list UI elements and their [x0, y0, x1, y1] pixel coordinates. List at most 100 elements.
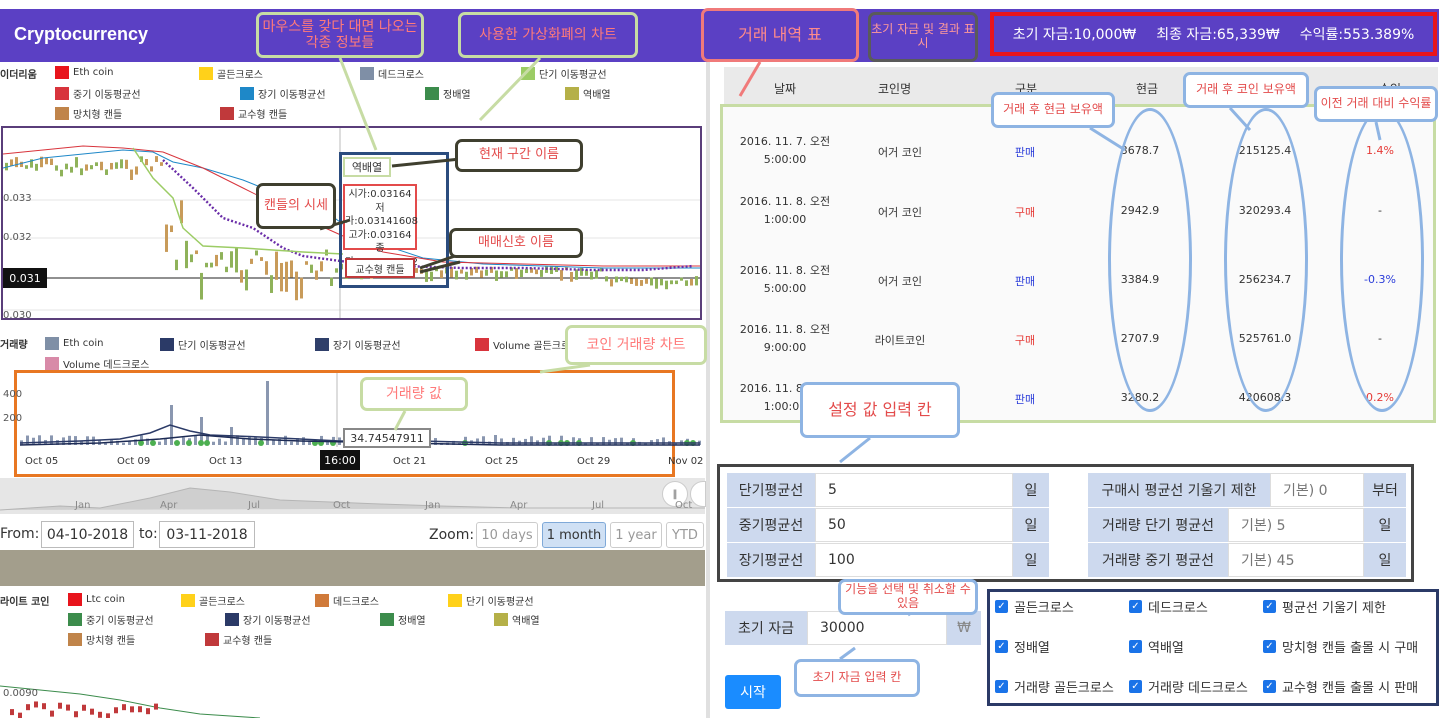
ltc-price-chart[interactable] [0, 660, 705, 718]
long-ma-input[interactable]: 100 [815, 543, 1013, 577]
legend-item[interactable]: 교수형 캔들 [205, 632, 272, 647]
mid-ma-row: 중기평균선 50 일 [727, 508, 1049, 542]
legend-item[interactable]: Ltc coin [68, 593, 125, 606]
checkbox-checked-icon[interactable]: ✓ [1263, 680, 1276, 693]
legend-item[interactable]: 망치형 캔들 [55, 106, 122, 121]
checkbox-checked-icon[interactable]: ✓ [995, 600, 1008, 613]
legend-item[interactable]: 역배열 [494, 612, 540, 627]
legend-item[interactable]: 장기 이동평균선 [225, 612, 311, 627]
legend-item[interactable]: 역배열 [565, 86, 611, 101]
vol-mid-row: 거래량 중기 평균선 기본) 45 일 [1088, 543, 1406, 577]
checkbox-checked-icon[interactable]: ✓ [1129, 600, 1142, 613]
legend-item[interactable]: 중기 이동평균선 [68, 612, 154, 627]
checkbox-checked-icon[interactable]: ✓ [995, 680, 1008, 693]
to-date-input[interactable]: 03-11-2018 [159, 521, 255, 548]
legend-label: 정배열 [398, 616, 426, 627]
candle [225, 266, 228, 273]
candle [170, 225, 173, 233]
legend-item[interactable]: 중기 이동평균선 [55, 86, 141, 101]
legend-item[interactable]: Eth coin [55, 66, 114, 79]
legend-item[interactable]: 단기 이동평균선 [448, 593, 534, 608]
checkbox-checked-icon[interactable]: ✓ [1263, 600, 1276, 613]
callout-settings-input: 설정 값 입력 칸 [800, 382, 960, 438]
from-date-input[interactable]: 04-10-2018 [41, 521, 134, 548]
candle [275, 251, 278, 280]
zoom-1-month[interactable]: 1 month [542, 522, 606, 548]
candle [270, 275, 273, 293]
feature-label: 정배열 [1014, 641, 1050, 656]
feature-label: 데드크로스 [1148, 601, 1208, 616]
legend-label: 데드크로스 [333, 597, 379, 608]
feature-checkbox[interactable]: ✓ 데드크로스 [1129, 597, 1208, 616]
feature-checkbox[interactable]: ✓ 정배열 [995, 637, 1050, 656]
candle [265, 261, 268, 275]
legend-item[interactable]: 데드크로스 [315, 593, 379, 608]
legend-item[interactable]: 망치형 캔들 [68, 632, 135, 647]
legend-swatch [494, 613, 508, 626]
legend-item[interactable]: Eth coin [45, 337, 104, 350]
feature-checkbox[interactable]: ✓ 거래량 골든크로스 [995, 677, 1114, 696]
legend-item[interactable]: 교수형 캔들 [220, 106, 287, 121]
candle [80, 168, 83, 176]
zoom-1-year[interactable]: 1 year [610, 522, 662, 548]
legend-label: 역배열 [583, 90, 611, 101]
mid-ma-input[interactable]: 50 [815, 508, 1013, 542]
legend-swatch [475, 338, 489, 351]
feature-checkbox[interactable]: ✓ 평균선 기울기 제한 [1263, 597, 1386, 616]
candle [122, 704, 126, 711]
trade-time-line: 9:00:00 [763, 340, 807, 354]
legend-item[interactable]: 장기 이동평균선 [315, 337, 401, 352]
candle [18, 712, 22, 718]
feature-checkbox[interactable]: ✓ 골든크로스 [995, 597, 1074, 616]
legend-item[interactable]: 골든크로스 [181, 593, 245, 608]
initial-funds-input[interactable]: 30000 [807, 611, 947, 645]
candle [685, 280, 688, 286]
candle [540, 269, 543, 277]
legend-swatch [68, 613, 82, 626]
navigator-month: Oct [675, 500, 693, 511]
legend-label: 장기 이동평균선 [258, 90, 326, 101]
feature-checkbox[interactable]: ✓ 역배열 [1129, 637, 1184, 656]
volume-signal-dot [258, 440, 264, 446]
legend-item[interactable]: 데드크로스 [360, 66, 424, 81]
zoom-ytd[interactable]: YTD [666, 522, 704, 548]
volume-x-tick: Oct 25 [485, 456, 519, 467]
volume-bar [158, 441, 161, 445]
trade-date: 2016. 11. 8. 오전 1:00:00 [730, 193, 840, 228]
legend-swatch [199, 67, 213, 80]
vol-short-input[interactable]: 기본) 5 [1228, 508, 1364, 542]
checkbox-checked-icon[interactable]: ✓ [1263, 640, 1276, 653]
legend-label: 교수형 캔들 [238, 110, 288, 121]
legend-label: Eth coin [73, 67, 114, 78]
volume-bar [500, 438, 503, 445]
candle [65, 163, 68, 170]
checkbox-checked-icon[interactable]: ✓ [1129, 640, 1142, 653]
vol-mid-input[interactable]: 기본) 45 [1228, 543, 1364, 577]
legend-item[interactable]: 단기 이동평균선 [521, 66, 607, 81]
legend-item[interactable]: 정배열 [425, 86, 471, 101]
volume-bar [620, 437, 623, 445]
candle [570, 271, 573, 282]
legend-item[interactable]: 장기 이동평균선 [240, 86, 326, 101]
legend-item[interactable]: Volume 데드크로스 [45, 356, 149, 371]
callout-volume-chart: 코인 거래량 차트 [565, 325, 707, 365]
eth-y-tick: 0.032 [3, 232, 32, 243]
slope-input[interactable]: 기본) 0 [1270, 473, 1364, 507]
legend-item[interactable]: Volume 골든크로스 [475, 337, 579, 352]
legend-item[interactable]: 정배열 [380, 612, 426, 627]
checkbox-checked-icon[interactable]: ✓ [1129, 680, 1142, 693]
zoom-10-days[interactable]: 10 days [476, 522, 538, 548]
feature-checkbox[interactable]: ✓ 교수형 캔들 출몰 시 판매 [1263, 677, 1418, 696]
candle [58, 702, 62, 709]
candle [615, 276, 618, 283]
volume-bar [590, 437, 593, 445]
legend-item[interactable]: 골든크로스 [199, 66, 263, 81]
candle [165, 224, 168, 252]
feature-checkbox[interactable]: ✓ 거래량 데드크로스 [1129, 677, 1248, 696]
legend-item[interactable]: 단기 이동평균선 [160, 337, 246, 352]
short-ma-input[interactable]: 5 [815, 473, 1013, 507]
feature-checkbox[interactable]: ✓ 망치형 캔들 출몰 시 구매 [1263, 637, 1418, 656]
start-button[interactable]: 시작 [725, 675, 781, 709]
checkbox-checked-icon[interactable]: ✓ [995, 640, 1008, 653]
legend-label: 망치형 캔들 [73, 110, 123, 121]
